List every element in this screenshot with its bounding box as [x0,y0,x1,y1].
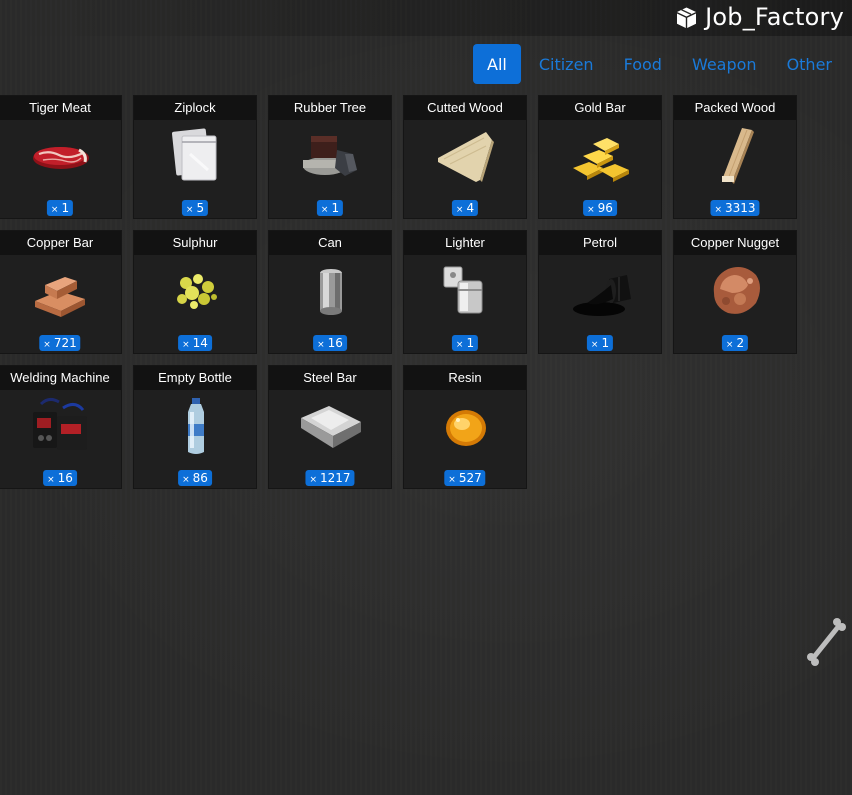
packed-wood-icon [722,128,754,184]
copper-bar-icon [35,277,85,317]
resin-icon [446,410,486,446]
item-name: Copper Nugget [674,231,796,255]
bone-icon [807,618,846,666]
quantity-badge: × 1 [586,335,614,351]
quantity-badge: × 1 [451,335,479,351]
item-name: Packed Wood [674,96,796,120]
item-card-steel-bar[interactable]: Steel Bar × 1217 [268,365,392,489]
quantity-badge: × 4 [451,200,479,216]
item-card-packed-wood[interactable]: Packed Wood × 3313 [673,95,797,219]
item-name: Steel Bar [269,366,391,390]
petrol-icon [573,275,631,316]
item-name: Gold Bar [539,96,661,120]
tab-other[interactable]: Other [775,44,844,84]
item-grid: Tiger Meat × 1 Ziplock × 5 Rubber Tree ×… [0,95,808,495]
item-name: Can [269,231,391,255]
item-name: Welding Machine [0,366,121,390]
page-title: Job_Factory [674,2,844,32]
item-card-lighter[interactable]: Lighter × 1 [403,230,527,354]
item-card-cutted-wood[interactable]: Cutted Wood × 4 [403,95,527,219]
quantity-badge: × 1217 [305,470,355,486]
quantity-badge: × 96 [583,200,617,216]
item-card-ziplock[interactable]: Ziplock × 5 [133,95,257,219]
quantity-badge: × 527 [444,470,486,486]
welding-machine-icon [33,397,87,450]
lighter-icon [443,266,483,314]
item-name: Cutted Wood [404,96,526,120]
tab-food[interactable]: Food [612,44,674,84]
header-bar: Job_Factory [0,0,852,36]
item-name: Rubber Tree [269,96,391,120]
rubber-tree-icon [303,136,357,176]
item-card-sulphur[interactable]: Sulphur × 14 [133,230,257,354]
item-card-tiger-meat[interactable]: Tiger Meat × 1 [0,95,122,219]
quantity-badge: × 86 [178,470,212,486]
gold-bar-icon [573,138,629,182]
item-card-copper-nugget[interactable]: Copper Nugget × 2 [673,230,797,354]
item-card-empty-bottle[interactable]: Empty Bottle × 86 [133,365,257,489]
item-card-gold-bar[interactable]: Gold Bar × 96 [538,95,662,219]
tab-weapon[interactable]: Weapon [680,44,769,84]
quantity-badge: × 3313 [710,200,760,216]
item-name: Resin [404,366,526,390]
quantity-badge: × 1 [316,200,344,216]
quantity-badge: × 721 [39,335,81,351]
sulphur-icon [177,274,217,309]
tab-citizen[interactable]: Citizen [527,44,606,84]
item-card-welding-machine[interactable]: Welding Machine × 16 [0,365,122,489]
item-card-can[interactable]: Can × 16 [268,230,392,354]
quantity-badge: × 16 [313,335,347,351]
quantity-badge: × 16 [43,470,77,486]
item-name: Tiger Meat [0,96,121,120]
item-card-resin[interactable]: Resin × 527 [403,365,527,489]
quantity-badge: × 5 [181,200,209,216]
cutted-wood-icon [438,132,494,182]
item-name: Sulphur [134,231,256,255]
item-name: Ziplock [134,96,256,120]
tab-all[interactable]: All [473,44,521,84]
item-name: Petrol [539,231,661,255]
copper-nugget-icon [713,267,760,314]
steel-bar-icon [301,406,361,448]
ziplock-icon [171,128,217,181]
item-card-petrol[interactable]: Petrol × 1 [538,230,662,354]
can-icon [320,269,342,315]
box-icon [677,7,697,28]
item-name: Lighter [404,231,526,255]
item-card-copper-bar[interactable]: Copper Bar × 721 [0,230,122,354]
item-card-rubber-tree[interactable]: Rubber Tree × 1 [268,95,392,219]
item-name: Copper Bar [0,231,121,255]
item-name: Empty Bottle [134,366,256,390]
page-title-text: Job_Factory [705,3,844,31]
category-tabs: All Citizen Food Weapon Other [473,44,844,84]
quantity-badge: × 14 [178,335,212,351]
quantity-badge: × 1 [46,200,74,216]
quantity-badge: × 2 [721,335,749,351]
bottle-icon [188,398,204,454]
meat-icon [33,147,89,169]
